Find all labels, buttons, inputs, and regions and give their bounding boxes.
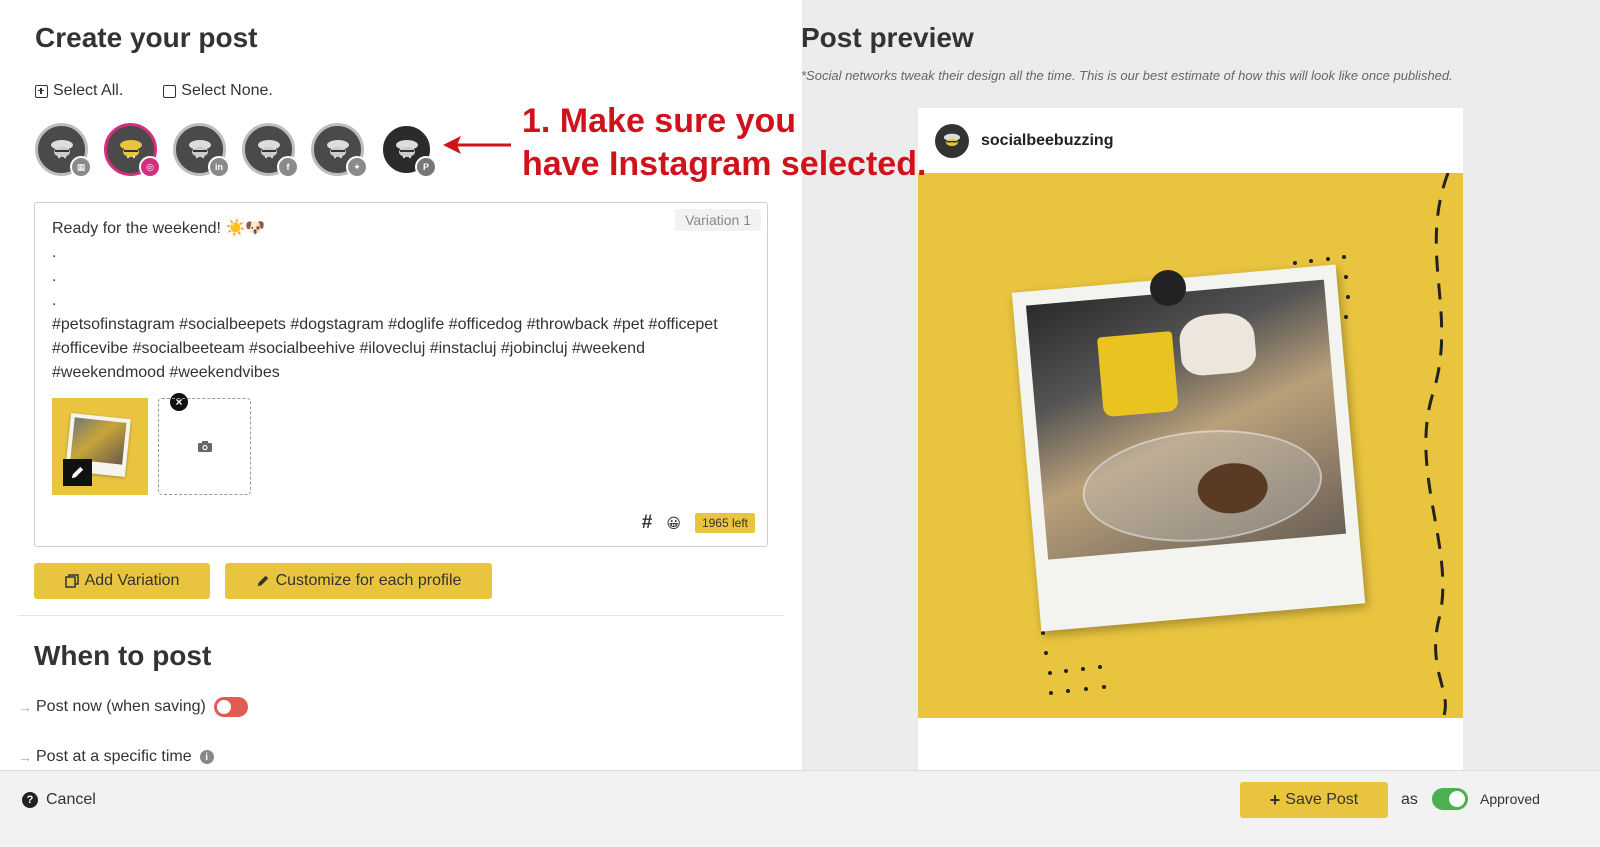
- post-text-area[interactable]: Ready for the weekend! ☀️🐶 . . . #petsof…: [52, 217, 752, 385]
- preview-image: [918, 173, 1463, 718]
- select-none-button[interactable]: Select None.: [163, 82, 273, 100]
- post-specific-time-option[interactable]: → Post at a specific time i: [18, 748, 214, 766]
- cancel-button[interactable]: ? Cancel: [22, 791, 96, 809]
- arrow-right-icon: →: [18, 699, 32, 715]
- preview-title: Post preview: [801, 22, 974, 53]
- mug-shape: [1097, 331, 1179, 418]
- post-specific-time-label: Post at a specific time: [36, 748, 192, 765]
- polaroid-frame: [1011, 264, 1366, 632]
- plus-icon: +: [1269, 789, 1281, 810]
- profile-pinterest[interactable]: P: [380, 123, 437, 178]
- post-now-toggle[interactable]: [213, 697, 248, 717]
- profile-facebook[interactable]: f: [242, 123, 299, 178]
- plus-square-icon: [35, 84, 48, 98]
- pencil-icon: [257, 575, 268, 587]
- pinterest-icon: P: [415, 156, 437, 178]
- select-all-button[interactable]: Select All.: [35, 82, 123, 100]
- customize-profiles-button[interactable]: Customize for each profile: [225, 563, 492, 599]
- as-label: as: [1401, 791, 1418, 808]
- add-media-button[interactable]: [158, 398, 251, 495]
- linkedin-icon: in: [208, 156, 230, 178]
- account-name: socialbeebuzzing: [981, 131, 1114, 149]
- copy-icon: [64, 574, 79, 588]
- selection-controls: Select All. Select None.: [35, 82, 273, 100]
- character-count-badge: 1965 left: [694, 513, 755, 533]
- question-icon: ?: [22, 792, 38, 808]
- profile-twitter[interactable]: ✦: [311, 123, 368, 178]
- approval-toggle[interactable]: [1432, 788, 1468, 810]
- edit-media-icon[interactable]: [63, 459, 92, 486]
- profile-google-business[interactable]: ▦: [35, 123, 92, 178]
- instagram-preview-card: socialbeebuzzing: [918, 108, 1463, 788]
- footer-bar: ? Cancel + Save Post as Approved: [0, 770, 1600, 847]
- add-variation-button[interactable]: Add Variation: [34, 563, 210, 599]
- editor-tools: # 😀 1965 left: [642, 512, 755, 534]
- profile-linkedin[interactable]: in: [173, 123, 230, 178]
- profile-list: ▦ ◎ in f ✦ P: [35, 123, 437, 178]
- instagram-icon: ◎: [139, 156, 161, 178]
- google-business-icon: ▦: [70, 156, 92, 178]
- emoji-icon[interactable]: 😀: [666, 515, 681, 532]
- instruction-annotation: 1. Make sure you have Instagram selected…: [522, 102, 927, 183]
- customize-label: Customize for each profile: [275, 572, 462, 589]
- profile-instagram[interactable]: ◎: [104, 123, 161, 178]
- empty-square-icon: [163, 84, 177, 98]
- facebook-icon: f: [277, 156, 299, 178]
- approval-status-label: Approved: [1480, 791, 1540, 807]
- post-now-option[interactable]: → Post now (when saving): [18, 697, 248, 717]
- preview-disclaimer: *Social networks tweak their design all …: [801, 68, 1453, 83]
- preview-card-header: socialbeebuzzing: [918, 108, 1463, 173]
- camera-icon: [197, 441, 212, 452]
- info-icon[interactable]: i: [199, 750, 214, 764]
- select-none-label: Select None.: [181, 82, 273, 99]
- section-divider: [18, 615, 784, 616]
- cancel-label: Cancel: [46, 791, 96, 808]
- pin-dot: [1150, 270, 1186, 306]
- account-avatar: [935, 123, 969, 158]
- post-now-label: Post now (when saving): [36, 698, 206, 715]
- twitter-icon: ✦: [346, 156, 368, 178]
- page-title: Create your post: [35, 22, 258, 53]
- select-all-label: Select All.: [53, 82, 124, 99]
- add-variation-label: Add Variation: [84, 572, 180, 589]
- arrow-right-icon: →: [18, 749, 32, 765]
- save-post-label: Save Post: [1285, 791, 1359, 808]
- save-post-button[interactable]: + Save Post: [1240, 782, 1388, 818]
- hashtag-icon[interactable]: #: [642, 512, 653, 534]
- thumbnail-photo: [70, 417, 127, 465]
- when-to-post-title: When to post: [34, 640, 212, 671]
- dog-photo: [1025, 279, 1347, 560]
- dog-shape: [1177, 310, 1258, 378]
- post-editor[interactable]: Variation 1 Ready for the weekend! ☀️🐶 .…: [34, 202, 768, 547]
- annotation-arrow-icon: [443, 136, 511, 154]
